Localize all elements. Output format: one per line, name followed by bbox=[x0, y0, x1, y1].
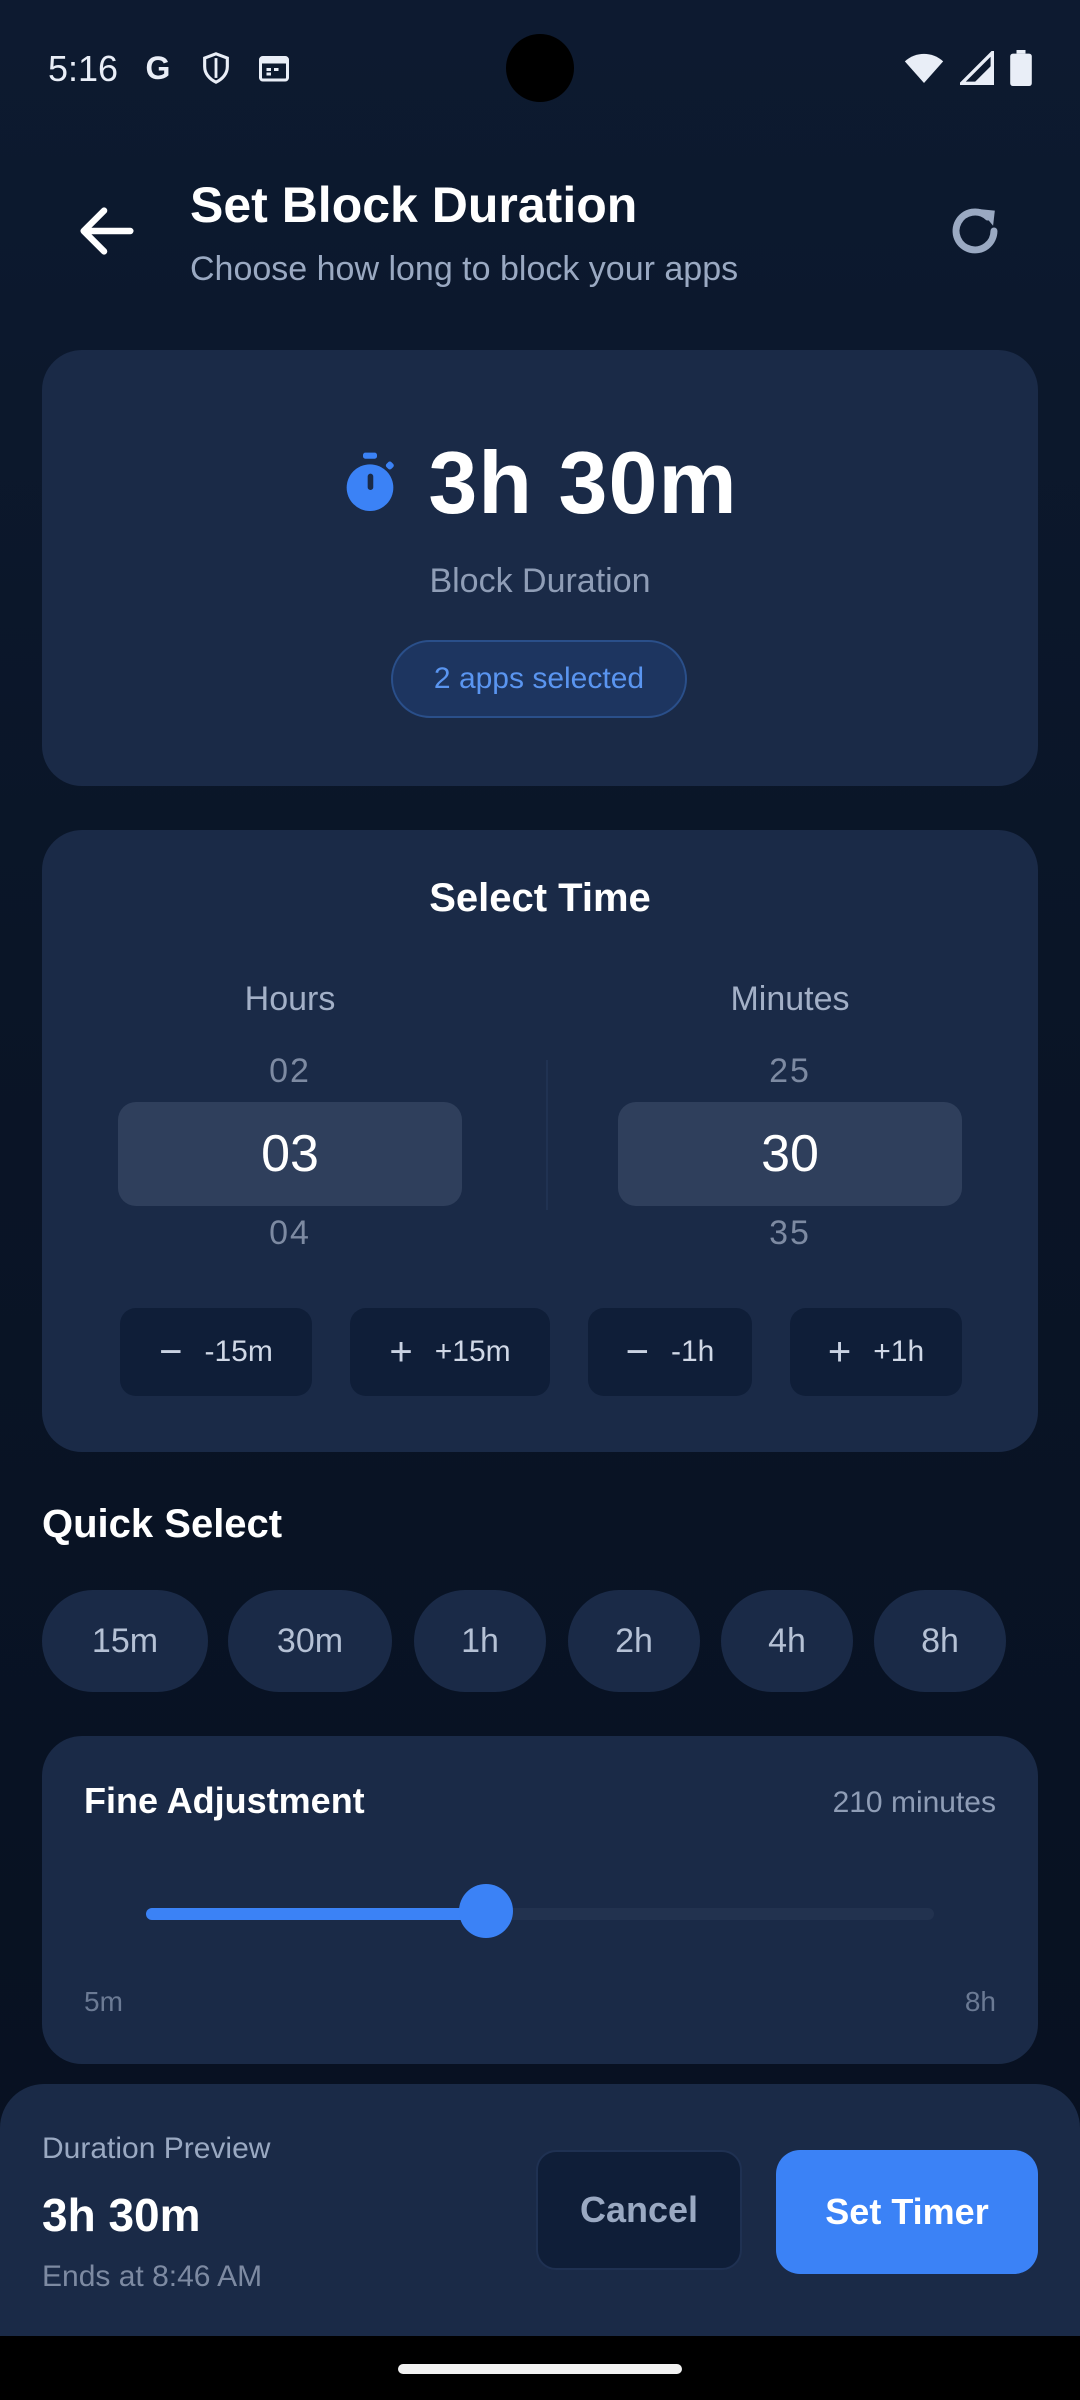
duration-value: 3h 30m bbox=[428, 433, 738, 532]
duration-slider-fill bbox=[146, 1908, 487, 1920]
quick-select-chip-30m[interactable]: 30m bbox=[228, 1590, 392, 1692]
cancel-button[interactable]: Cancel bbox=[536, 2150, 742, 2270]
plus-icon: + bbox=[827, 1330, 852, 1374]
duration-preview-value: 3h 30m bbox=[42, 2189, 201, 2241]
battery-icon bbox=[1010, 50, 1032, 86]
hours-prev[interactable]: 02 bbox=[118, 1052, 462, 1091]
plus-15m-label: +15m bbox=[434, 1335, 511, 1368]
timer-icon bbox=[347, 452, 395, 511]
page-subtitle: Choose how long to block your apps bbox=[190, 250, 739, 288]
quick-select-title: Quick Select bbox=[42, 1502, 283, 1546]
duration-summary-card: 3h 30m Block Duration 2 apps selected bbox=[42, 350, 1038, 786]
slider-max-label: 8h bbox=[964, 1986, 996, 2017]
duration-display: 3h 30m bbox=[42, 432, 1038, 534]
minus-15m-label: -15m bbox=[204, 1335, 273, 1368]
quick-select-chip-1h[interactable]: 1h bbox=[414, 1590, 546, 1692]
status-bar: 5:16 G bbox=[0, 0, 1080, 140]
duration-preview-label: Duration Preview bbox=[42, 2132, 271, 2165]
refresh-icon bbox=[952, 208, 998, 254]
calendar-icon bbox=[256, 50, 292, 86]
set-timer-button[interactable]: Set Timer bbox=[776, 2150, 1038, 2274]
signal-icon bbox=[960, 51, 994, 85]
status-time: 5:16 bbox=[48, 48, 119, 89]
plus-1h-button[interactable]: + +1h bbox=[790, 1308, 962, 1396]
quick-select-chip-15m[interactable]: 15m bbox=[42, 1590, 208, 1692]
quick-select-chip-8h[interactable]: 8h bbox=[874, 1590, 1006, 1692]
duration-slider-thumb[interactable] bbox=[459, 1884, 514, 1938]
apps-selected-badge: 2 apps selected bbox=[391, 640, 687, 718]
select-time-card: Select Time Hours 02 03 04 Minutes 25 30… bbox=[42, 830, 1038, 1452]
minus-icon: − bbox=[625, 1330, 649, 1374]
minutes-prev[interactable]: 25 bbox=[618, 1052, 962, 1091]
quick-select-chip-4h[interactable]: 4h bbox=[721, 1590, 853, 1692]
picker-divider bbox=[546, 1060, 548, 1210]
duration-slider-track[interactable] bbox=[146, 1908, 934, 1920]
duration-preview-end-time: Ends at 8:46 AM bbox=[42, 2260, 263, 2293]
plus-icon: + bbox=[389, 1330, 413, 1374]
fine-adjustment-title: Fine Adjustment bbox=[84, 1780, 365, 1821]
bottom-action-bar: Duration Preview 3h 30m Ends at 8:46 AM … bbox=[0, 2084, 1080, 2336]
minutes-picker-selected[interactable]: 30 bbox=[618, 1102, 962, 1206]
minutes-next[interactable]: 35 bbox=[618, 1214, 962, 1253]
fine-adjustment-value: 210 minutes bbox=[832, 1786, 996, 1819]
minus-1h-button[interactable]: − -1h bbox=[588, 1308, 752, 1396]
minus-1h-label: -1h bbox=[671, 1335, 715, 1368]
hours-next[interactable]: 04 bbox=[118, 1214, 462, 1253]
shield-icon bbox=[198, 50, 234, 86]
hours-label: Hours bbox=[244, 980, 336, 1018]
hours-picker-selected[interactable]: 03 bbox=[118, 1102, 462, 1206]
wifi-icon bbox=[904, 53, 944, 83]
fine-adjustment-card: Fine Adjustment 210 minutes 5m 8h bbox=[42, 1736, 1038, 2064]
status-right-icons bbox=[904, 50, 1032, 86]
back-button[interactable] bbox=[72, 196, 142, 266]
arrow-left-icon bbox=[80, 207, 134, 255]
navigation-bar bbox=[0, 2336, 1080, 2400]
google-icon: G bbox=[145, 50, 171, 86]
gesture-handle[interactable] bbox=[398, 2364, 682, 2374]
camera-cutout bbox=[506, 34, 574, 102]
minus-15m-button[interactable]: − -15m bbox=[120, 1308, 312, 1396]
duration-label: Block Duration bbox=[429, 562, 651, 600]
reset-button[interactable] bbox=[940, 196, 1010, 266]
slider-min-label: 5m bbox=[84, 1986, 123, 2017]
page-title: Set Block Duration bbox=[190, 177, 638, 233]
minus-icon: − bbox=[159, 1330, 183, 1374]
plus-15m-button[interactable]: + +15m bbox=[350, 1308, 550, 1396]
select-time-title: Select Time bbox=[429, 876, 651, 920]
minutes-label: Minutes bbox=[730, 980, 850, 1018]
status-left-icons: G bbox=[140, 50, 292, 86]
quick-select-chip-2h[interactable]: 2h bbox=[568, 1590, 700, 1692]
plus-1h-label: +1h bbox=[873, 1335, 925, 1368]
